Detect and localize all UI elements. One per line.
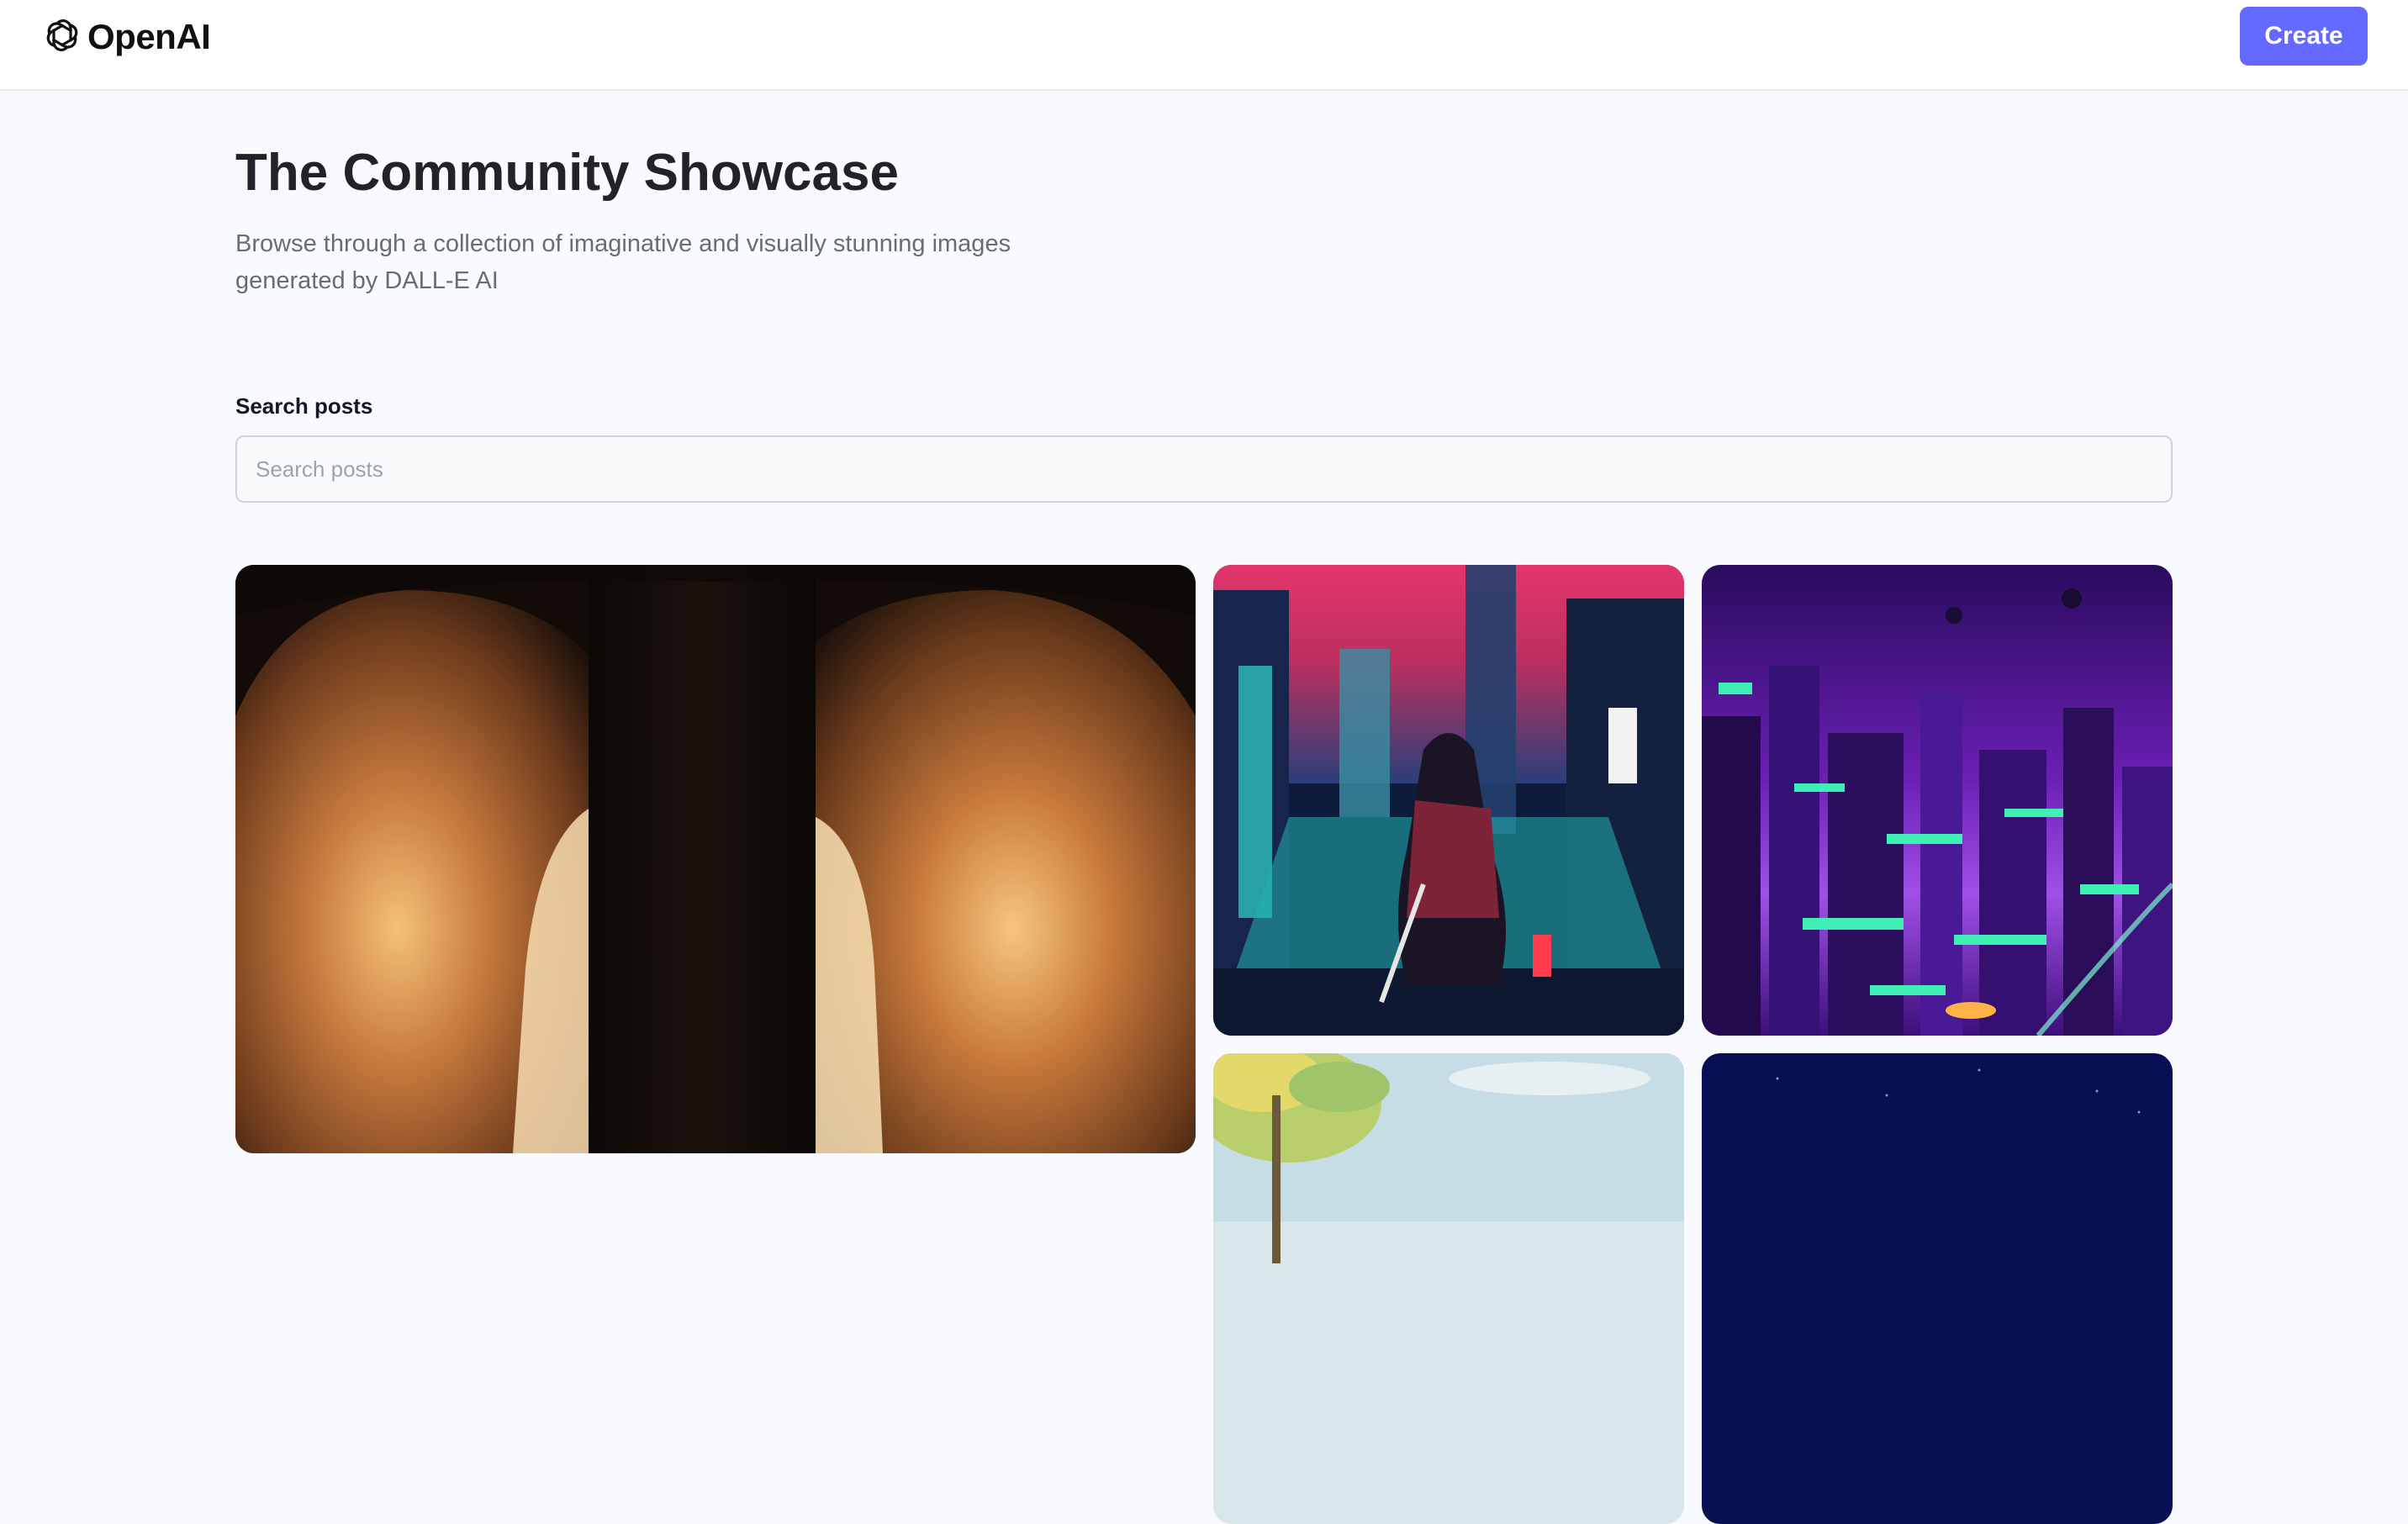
brand-name: OpenAI bbox=[87, 17, 211, 56]
search-input[interactable] bbox=[235, 435, 2173, 503]
night-sky-image bbox=[1702, 1053, 2173, 1524]
top-navbar: OpenAI Create bbox=[0, 0, 2408, 91]
gallery-card[interactable] bbox=[235, 565, 1196, 1153]
gallery-card[interactable] bbox=[1213, 565, 1684, 1036]
gallery-card[interactable] bbox=[1702, 1053, 2173, 1524]
stone-archway-image bbox=[235, 565, 1196, 1153]
page-subtitle: Browse through a collection of imaginati… bbox=[235, 230, 1011, 294]
neon-purple-city-image bbox=[1702, 565, 2173, 1036]
page-title: The Community Showcase bbox=[235, 144, 899, 202]
create-button[interactable]: Create bbox=[2240, 7, 2368, 66]
gallery-card[interactable] bbox=[1702, 565, 2173, 1036]
openai-logo-icon bbox=[40, 13, 84, 61]
watercolor-tree-image bbox=[1213, 1053, 1684, 1524]
openai-logo-link[interactable]: OpenAI bbox=[40, 13, 211, 61]
search-label: Search posts bbox=[235, 393, 373, 419]
gallery-card[interactable] bbox=[1213, 1053, 1684, 1524]
cyberpunk-samurai-image bbox=[1213, 565, 1684, 1036]
